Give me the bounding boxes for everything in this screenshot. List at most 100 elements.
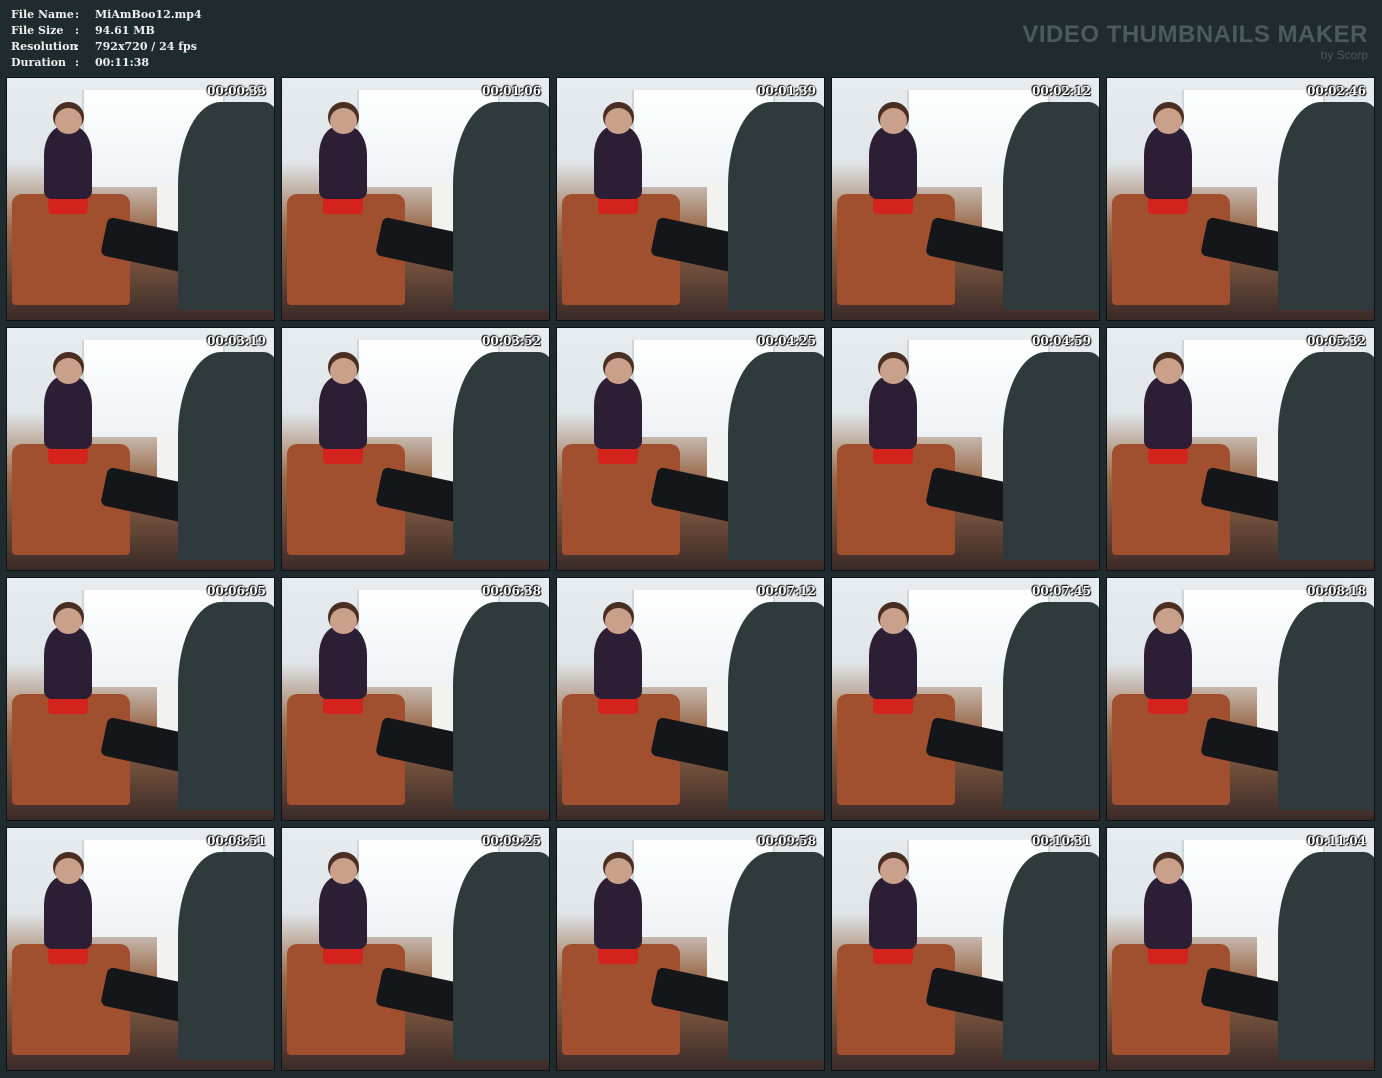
duration-value: 00:11:38	[95, 56, 150, 69]
resolution-row: Resolution : 792x720 / 24 fps	[11, 39, 202, 55]
thumbnail-timestamp: 00:11:04	[1307, 834, 1366, 848]
brand-logo: VIDEO THUMBNAILS MAKER by Scorp	[1022, 21, 1368, 62]
thumbnail-scene-person	[452, 352, 549, 561]
thumbnail-scene-person	[452, 102, 549, 311]
duration-row: Duration : 00:11:38	[11, 55, 202, 71]
thumbnail-scene-person	[452, 852, 549, 1061]
thumbnail-grid: 00:00:33 00:01:06 00:01:39 00:02:12 00:02:46…	[6, 77, 1375, 1071]
video-thumbnail: 00:03:19	[6, 327, 275, 571]
thumbnail-timestamp: 00:04:25	[757, 334, 816, 348]
separator: :	[75, 40, 80, 53]
thumbnail-timestamp: 00:01:39	[757, 84, 816, 98]
thumbnail-scene-figure	[319, 607, 368, 699]
file-size-label: File Size	[11, 24, 64, 37]
video-thumbnail: 00:07:12	[556, 577, 825, 821]
thumbnail-timestamp: 00:00:33	[207, 84, 266, 98]
video-thumbnail: 00:05:32	[1106, 327, 1375, 571]
thumbnail-scene-figure	[869, 607, 918, 699]
thumbnail-scene-figure	[594, 857, 643, 949]
video-thumbnail: 00:07:45	[831, 577, 1100, 821]
video-thumbnail: 00:06:05	[6, 577, 275, 821]
thumbnail-timestamp: 00:02:12	[1032, 84, 1091, 98]
video-thumbnail: 00:10:31	[831, 827, 1100, 1071]
thumbnail-scene-person	[1277, 102, 1374, 311]
thumbnail-timestamp: 00:03:19	[207, 334, 266, 348]
video-thumbnail: 00:02:12	[831, 77, 1100, 321]
video-thumbnail: 00:06:38	[281, 577, 550, 821]
thumbnail-timestamp: 00:09:25	[482, 834, 541, 848]
thumbnail-scene-person	[177, 852, 274, 1061]
separator: :	[75, 24, 80, 37]
thumbnail-scene-person	[1002, 102, 1099, 311]
video-thumbnail: 00:03:52	[281, 327, 550, 571]
thumbnail-scene-person	[727, 602, 824, 811]
thumbnail-scene-person	[177, 602, 274, 811]
file-info-panel: File Name : MiAmBoo12.mp4 File Size : 94…	[11, 7, 202, 71]
thumbnail-timestamp: 00:09:58	[757, 834, 816, 848]
video-thumbnail: 00:11:04	[1106, 827, 1375, 1071]
thumbnail-scene-figure	[44, 607, 93, 699]
thumbnail-scene-figure	[594, 607, 643, 699]
thumbnail-scene-person	[452, 602, 549, 811]
thumbnail-scene-person	[1002, 852, 1099, 1061]
thumbnail-scene-person	[727, 102, 824, 311]
thumbnail-scene-figure	[869, 357, 918, 449]
thumbnail-timestamp: 00:05:32	[1307, 334, 1366, 348]
thumbnail-timestamp: 00:08:18	[1307, 584, 1366, 598]
thumbnail-scene-person	[1277, 852, 1374, 1061]
thumbnail-timestamp: 00:03:52	[482, 334, 541, 348]
thumbnail-scene-person	[727, 352, 824, 561]
thumbnail-scene-figure	[1144, 607, 1193, 699]
video-thumbnail: 00:09:25	[281, 827, 550, 1071]
file-size-row: File Size : 94.61 MB	[11, 23, 202, 39]
thumbnail-scene-person	[727, 852, 824, 1061]
thumbnail-scene-person	[177, 352, 274, 561]
thumbnail-scene-person	[1002, 352, 1099, 561]
thumbnail-timestamp: 00:06:05	[207, 584, 266, 598]
video-thumbnail: 00:09:58	[556, 827, 825, 1071]
separator: :	[75, 8, 80, 21]
video-thumbnail: 00:08:51	[6, 827, 275, 1071]
thumbnail-scene-figure	[319, 857, 368, 949]
thumbnail-scene-figure	[594, 107, 643, 199]
thumbnail-scene-figure	[869, 857, 918, 949]
thumbnail-scene-figure	[44, 107, 93, 199]
thumbnail-timestamp: 00:02:46	[1307, 84, 1366, 98]
thumbnail-scene-figure	[869, 107, 918, 199]
video-thumbnail: 00:00:33	[6, 77, 275, 321]
video-thumbnail: 00:01:39	[556, 77, 825, 321]
separator: :	[75, 56, 80, 69]
thumbnail-timestamp: 00:04:59	[1032, 334, 1091, 348]
thumbnail-scene-figure	[44, 357, 93, 449]
thumbnail-timestamp: 00:01:06	[482, 84, 541, 98]
thumbnail-timestamp: 00:07:45	[1032, 584, 1091, 598]
video-thumbnail: 00:08:18	[1106, 577, 1375, 821]
thumbnail-scene-person	[177, 102, 274, 311]
thumbnail-scene-person	[1002, 602, 1099, 811]
thumbnail-timestamp: 00:07:12	[757, 584, 816, 598]
thumbnail-timestamp: 00:06:38	[482, 584, 541, 598]
file-size-value: 94.61 MB	[95, 24, 155, 37]
brand-author: by Scorp	[1320, 48, 1368, 62]
thumbnail-scene-figure	[1144, 357, 1193, 449]
resolution-label: Resolution	[11, 40, 78, 53]
video-thumbnail: 00:01:06	[281, 77, 550, 321]
thumbnail-scene-figure	[1144, 107, 1193, 199]
file-name-row: File Name : MiAmBoo12.mp4	[11, 7, 202, 23]
thumbnail-scene-figure	[1144, 857, 1193, 949]
thumbnail-scene-figure	[319, 357, 368, 449]
resolution-value: 792x720 / 24 fps	[95, 40, 197, 53]
thumbnail-timestamp: 00:10:31	[1032, 834, 1091, 848]
thumbnail-timestamp: 00:08:51	[207, 834, 266, 848]
file-name-label: File Name	[11, 8, 74, 21]
video-thumbnail: 00:04:25	[556, 327, 825, 571]
video-thumbnail: 00:02:46	[1106, 77, 1375, 321]
thumbnail-scene-person	[1277, 602, 1374, 811]
video-thumbnail: 00:04:59	[831, 327, 1100, 571]
thumbnail-scene-figure	[594, 357, 643, 449]
thumbnail-scene-person	[1277, 352, 1374, 561]
thumbnail-scene-figure	[44, 857, 93, 949]
file-name-value: MiAmBoo12.mp4	[95, 8, 202, 21]
brand-title: VIDEO THUMBNAILS MAKER	[1022, 21, 1368, 48]
thumbnail-scene-figure	[319, 107, 368, 199]
